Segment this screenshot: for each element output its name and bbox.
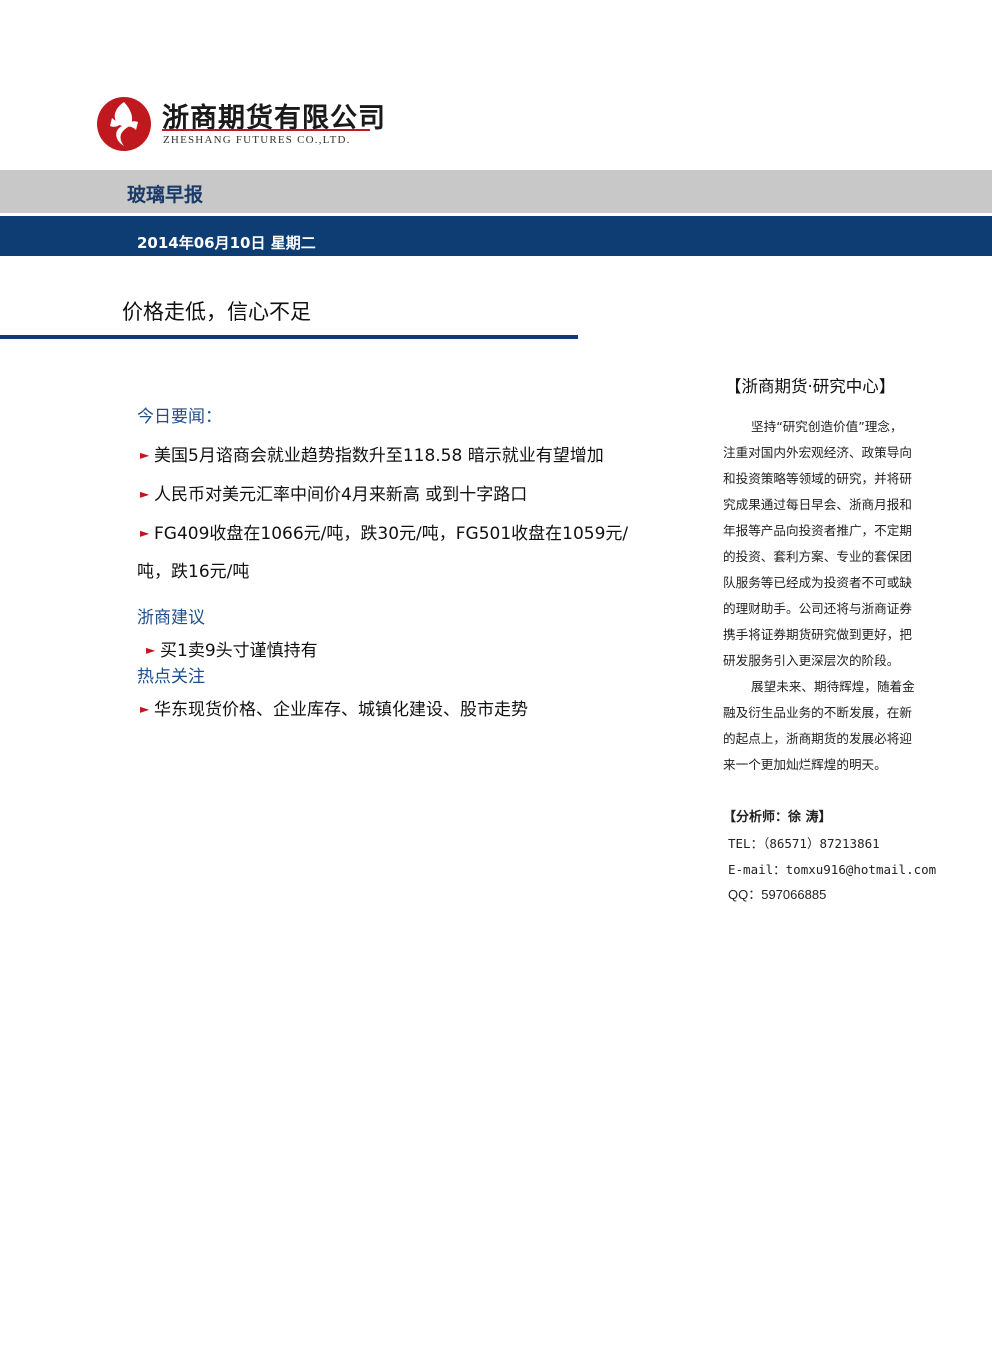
news-item: ► FG409收盘在1066元/吨，跌30元/吨，FG501收盘在1059元/ xyxy=(140,519,628,544)
advice-item-text: 买1卖9头寸谨慎持有 xyxy=(160,641,318,661)
headline: 价格走低，信心不足 xyxy=(122,300,311,324)
intro-line: 携手将证券期货研究做到更好，把 xyxy=(723,627,912,642)
focus-item: ► 华东现货价格、企业库存、城镇化建设、股市走势 xyxy=(140,695,528,720)
analyst-name: 【分析师：徐 涛】 xyxy=(723,810,832,825)
intro-line: 和投资策略等领域的研究，并将研 xyxy=(723,471,912,486)
company-name-en: ZHESHANG FUTURES CO.,LTD. xyxy=(163,134,351,146)
intro-line: 队服务等已经成为投资者不可或缺 xyxy=(723,575,912,590)
bullet-arrow-icon: ► xyxy=(140,487,150,501)
outlook-line: 展望未来、期待辉煌，随着金 xyxy=(751,679,915,694)
bullet-arrow-icon: ► xyxy=(140,702,150,716)
news-item: ► 人民币对美元汇率中间价4月来新高 或到十字路口 xyxy=(140,480,527,505)
intro-line: 的投资、套利方案、专业的套保团 xyxy=(723,549,912,564)
analyst-phone: TEL：（86571）87213861 xyxy=(728,836,880,851)
focus-item-text: 华东现货价格、企业库存、城镇化建设、股市走势 xyxy=(154,700,528,720)
research-center-title: 【浙商期货·研究中心】 xyxy=(725,377,896,396)
company-name-divider xyxy=(162,129,370,131)
intro-line: 的理财助手。公司还将与浙商证券 xyxy=(723,601,912,616)
news-section-title: 今日要闻： xyxy=(137,407,222,427)
analyst-qq: QQ：597066885 xyxy=(728,887,827,902)
news-item-continuation: 吨，跌16元/吨 xyxy=(137,562,250,582)
news-item-text: 人民币对美元汇率中间价4月来新高 或到十字路口 xyxy=(154,485,528,505)
company-logo-icon xyxy=(97,97,151,151)
intro-line: 研发服务引入更深层次的阶段。 xyxy=(723,653,900,668)
report-date: 2014年06月10日 星期二 xyxy=(137,234,316,252)
news-item-text: FG409收盘在1066元/吨，跌30元/吨，FG501收盘在1059元/ xyxy=(154,524,629,544)
outlook-line: 的起点上，浙商期货的发展必将迎 xyxy=(723,731,912,746)
bullet-arrow-icon: ► xyxy=(146,643,156,657)
headline-underline xyxy=(0,335,578,339)
analyst-email: E-mail：tomxu916@hotmail.com xyxy=(728,862,937,877)
intro-line: 年报等产品向投资者推广，不定期 xyxy=(723,523,912,538)
advice-section-title: 浙商建议 xyxy=(137,608,205,628)
bullet-arrow-icon: ► xyxy=(140,448,150,462)
focus-section-title: 热点关注 xyxy=(137,667,205,687)
intro-line: 注重对国内外宏观经济、政策导向 xyxy=(723,445,912,460)
outlook-line: 融及衍生品业务的不断发展，在新 xyxy=(723,705,912,720)
intro-line: 究成果通过每日早会、浙商月报和 xyxy=(723,497,912,512)
advice-item: ► 买1卖9头寸谨慎持有 xyxy=(146,636,318,661)
news-item-text: 美国5月谘商会就业趋势指数升至118.58 暗示就业有望增加 xyxy=(154,446,604,466)
news-item: ► 美国5月谘商会就业趋势指数升至118.58 暗示就业有望增加 xyxy=(140,441,604,466)
report-title: 玻璃早报 xyxy=(127,184,204,206)
bullet-arrow-icon: ► xyxy=(140,526,150,540)
outlook-line: 来一个更加灿烂辉煌的明天。 xyxy=(723,757,887,772)
intro-line: 坚持“研究创造价值”理念， xyxy=(751,419,903,434)
